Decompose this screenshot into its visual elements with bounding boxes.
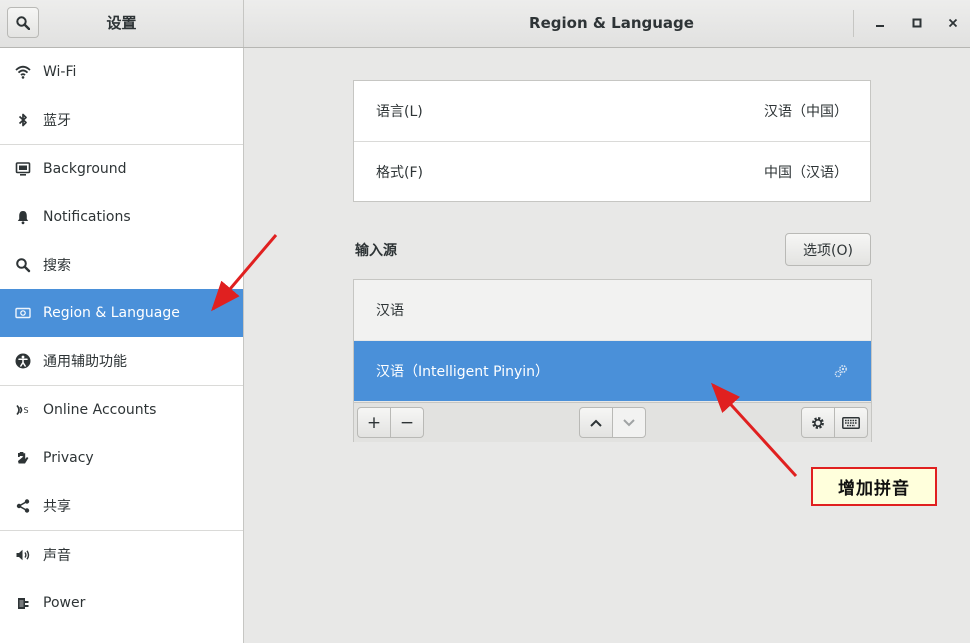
wifi-icon (15, 64, 31, 80)
gear-icon (812, 416, 824, 429)
formats-row[interactable]: 格式(F) 中国（汉语） (354, 141, 870, 201)
sidebar-item-label: Wi-Fi (43, 64, 77, 80)
close-icon (948, 18, 958, 28)
chevron-down-icon (623, 418, 635, 426)
sidebar-item-label: Online Accounts (43, 402, 157, 418)
search-icon (16, 15, 30, 30)
show-keyboard-layout-button[interactable] (834, 407, 868, 438)
sidebar-item-wifi[interactable]: Wi-Fi (0, 48, 243, 96)
chevron-up-icon (590, 419, 602, 427)
power-plug-icon (15, 595, 31, 611)
formats-label: 格式(F) (376, 164, 423, 181)
sidebar-item-label: 共享 (43, 499, 71, 515)
accessibility-icon (15, 353, 31, 369)
move-up-button[interactable] (579, 407, 613, 438)
sidebar-item-search[interactable]: 搜索 (0, 241, 243, 289)
annotation-callout: 增加拼音 (811, 467, 937, 506)
minimize-button[interactable] (869, 12, 891, 34)
language-row[interactable]: 语言(L) 汉语（中国） (354, 81, 870, 141)
sidebar-item-bluetooth[interactable]: 蓝牙 (0, 96, 243, 144)
search-icon (15, 257, 31, 273)
sidebar-item-label: Privacy (43, 450, 94, 466)
sidebar-item-label: 搜索 (43, 258, 71, 274)
window-title: Region & Language (529, 14, 694, 32)
share-icon (15, 498, 31, 514)
remove-input-source-button[interactable]: − (390, 407, 424, 438)
input-sources-toolbar: + − (354, 402, 871, 442)
svg-text:S: S (24, 406, 29, 415)
sidebar-item-label: Power (43, 595, 86, 611)
background-icon (15, 161, 31, 177)
close-button[interactable] (942, 12, 964, 34)
sidebar-item-notifications[interactable]: Notifications (0, 193, 243, 241)
formats-value: 中国（汉语） (764, 164, 848, 181)
region-flag-icon (15, 305, 31, 321)
sidebar-item-power[interactable]: Power (0, 579, 243, 627)
sidebar-item-label: 蓝牙 (43, 113, 71, 129)
language-formats-card: 语言(L) 汉语（中国） 格式(F) 中国（汉语） (353, 80, 871, 202)
hand-icon (15, 450, 31, 466)
sidebar: Wi-Fi 蓝牙 Background Notifications 搜索 Reg… (0, 48, 244, 643)
keyboard-icon (842, 416, 860, 429)
language-label: 语言(L) (376, 104, 423, 120)
input-source-item[interactable]: 汉语 (354, 280, 871, 340)
sidebar-item-online-accounts[interactable]: S Online Accounts (0, 386, 243, 434)
sidebar-item-label: Notifications (43, 209, 131, 225)
sidebar-item-accessibility[interactable]: 通用辅助功能 (0, 337, 243, 385)
sidebar-item-sharing[interactable]: 共享 (0, 482, 243, 530)
options-button[interactable]: 选项(O) (785, 233, 871, 266)
maximize-icon (912, 18, 922, 28)
input-sources-heading: 输入源 (355, 243, 397, 259)
sidebar-item-label: Background (43, 161, 127, 177)
add-input-source-button[interactable]: + (357, 407, 391, 438)
sidebar-item-sound[interactable]: 声音 (0, 531, 243, 579)
gears-icon[interactable] (833, 363, 849, 383)
bell-icon (15, 209, 31, 225)
bluetooth-icon (15, 112, 31, 128)
sidebar-item-privacy[interactable]: Privacy (0, 434, 243, 482)
sidebar-item-label: 声音 (43, 548, 71, 564)
input-source-settings-button[interactable] (801, 407, 835, 438)
sidebar-item-label: Region & Language (43, 305, 180, 321)
sidebar-item-label: 通用辅助功能 (43, 354, 127, 370)
input-source-label: 汉语（Intelligent Pinyin） (376, 364, 550, 380)
language-value: 汉语（中国） (764, 104, 848, 120)
minimize-icon (876, 25, 884, 27)
sidebar-item-region-language[interactable]: Region & Language (0, 289, 243, 337)
online-accounts-icon: S (15, 402, 31, 418)
maximize-button[interactable] (906, 12, 928, 34)
input-sources-list: 汉语 汉语（Intelligent Pinyin） + − (353, 279, 872, 442)
sidebar-item-background[interactable]: Background (0, 145, 243, 193)
move-down-button[interactable] (612, 407, 646, 438)
search-button[interactable] (7, 7, 39, 38)
header-bar: 设置 Region & Language (0, 0, 970, 48)
window-controls-divider (853, 10, 854, 37)
input-source-label: 汉语 (376, 303, 404, 319)
speaker-icon (15, 547, 31, 563)
input-source-item-selected[interactable]: 汉语（Intelligent Pinyin） (354, 341, 871, 401)
